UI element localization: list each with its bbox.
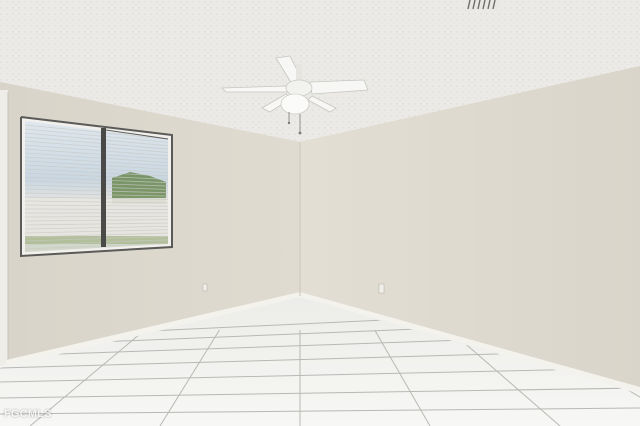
- window: [20, 116, 173, 258]
- mls-watermark: FGCMLS: [4, 408, 52, 420]
- room-photo: [0, 0, 640, 426]
- outlet-left: [202, 283, 208, 292]
- ceiling-vent: [466, 0, 500, 10]
- outlet-right: [378, 283, 385, 294]
- door-frame: [0, 90, 8, 366]
